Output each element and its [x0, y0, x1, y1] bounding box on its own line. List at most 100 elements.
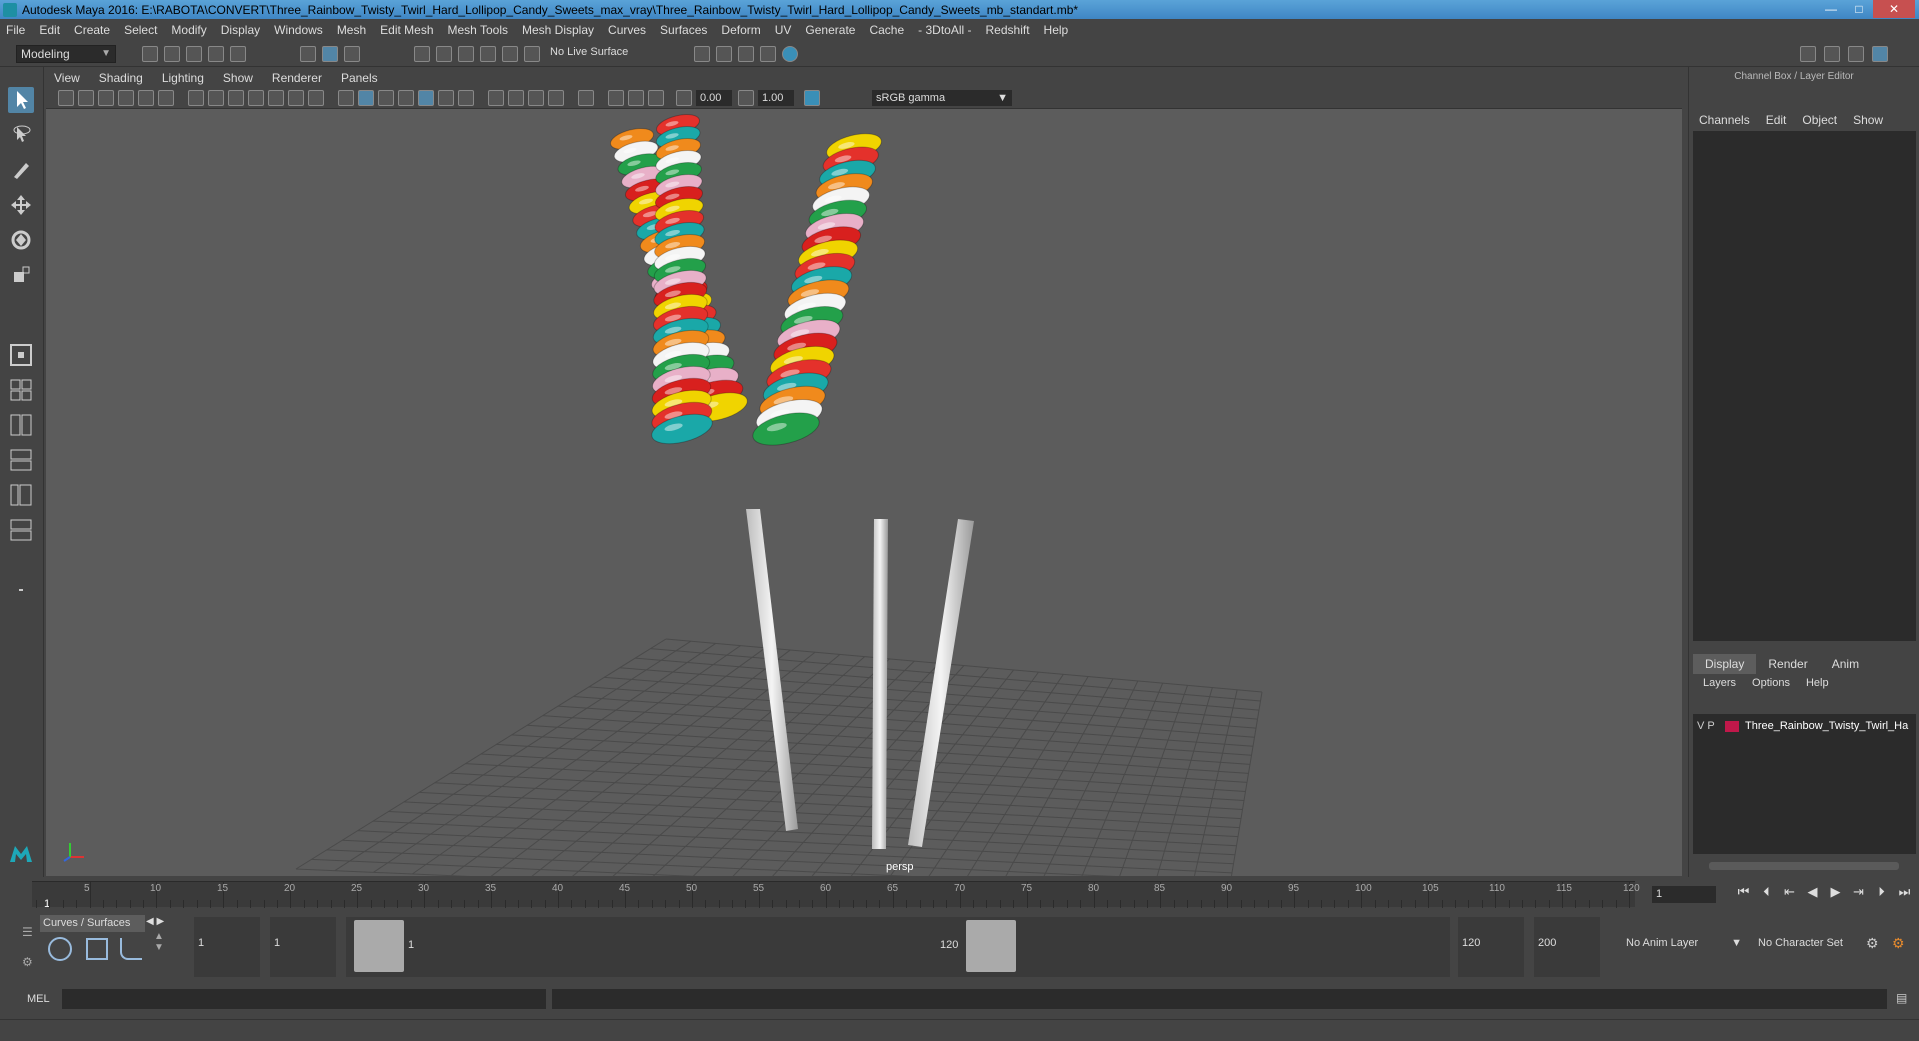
- minimize-button[interactable]: —: [1817, 0, 1845, 18]
- menu-curves[interactable]: Curves: [608, 23, 646, 37]
- shelf-tab-curves-surfaces[interactable]: Curves / Surfaces: [40, 915, 145, 932]
- menu-uv[interactable]: UV: [775, 23, 792, 37]
- character-set-dropdown[interactable]: No Character Set: [1752, 917, 1856, 977]
- render-settings-icon[interactable]: [738, 46, 754, 62]
- use-all-lights-icon[interactable]: [438, 90, 454, 106]
- select-tool-icon[interactable]: [8, 87, 34, 113]
- tab-display[interactable]: Display: [1693, 654, 1757, 674]
- render-icon[interactable]: [694, 46, 710, 62]
- bookmark-icon[interactable]: [98, 90, 114, 106]
- menu-cache[interactable]: Cache: [869, 23, 904, 37]
- menu-3dtoall[interactable]: - 3DtoAll -: [918, 23, 971, 37]
- maximize-button[interactable]: □: [1845, 0, 1873, 18]
- use-default-material-icon[interactable]: [378, 90, 394, 106]
- make-live-icon[interactable]: [524, 46, 540, 62]
- snap-point-icon[interactable]: [458, 46, 474, 62]
- current-frame-field[interactable]: 1: [1652, 886, 1716, 903]
- smooth-shade-icon[interactable]: [358, 90, 374, 106]
- ipr-render-icon[interactable]: [716, 46, 732, 62]
- save-scene-icon[interactable]: [186, 46, 202, 62]
- auto-key-icon[interactable]: ⚙: [1866, 935, 1879, 952]
- resolution-gate-icon[interactable]: [228, 90, 244, 106]
- vp-menu-panels[interactable]: Panels: [341, 71, 378, 85]
- depth-of-field-icon[interactable]: [548, 90, 564, 106]
- open-scene-icon[interactable]: [164, 46, 180, 62]
- vp-menu-renderer[interactable]: Renderer: [272, 71, 322, 85]
- safe-action-icon[interactable]: [288, 90, 304, 106]
- shelf-scroll-icon[interactable]: ▲ ▼: [154, 931, 164, 953]
- rotate-tool-icon[interactable]: [8, 227, 34, 253]
- motion-blur-icon[interactable]: [508, 90, 524, 106]
- layer-row[interactable]: V P Three_Rainbow_Twisty_Twirl_Ha: [1697, 720, 1908, 732]
- channel-box-area[interactable]: [1693, 131, 1916, 641]
- gamma-icon[interactable]: [738, 90, 754, 106]
- vp-menu-shading[interactable]: Shading: [99, 71, 143, 85]
- shelf-tab-arrows-icon[interactable]: ◀ ▶: [146, 916, 164, 927]
- menu-generate[interactable]: Generate: [805, 23, 855, 37]
- scale-tool-icon[interactable]: [8, 262, 34, 288]
- snap-grid-icon[interactable]: [414, 46, 430, 62]
- range-start-handle[interactable]: [354, 920, 404, 972]
- ep-curve-icon[interactable]: [120, 938, 142, 960]
- redo-icon[interactable]: [230, 46, 246, 62]
- four-view-layout-icon[interactable]: [8, 377, 34, 403]
- tool-settings-icon[interactable]: [1848, 46, 1864, 62]
- side-by-side-layout-icon[interactable]: [8, 412, 34, 438]
- select-by-object-icon[interactable]: [322, 46, 338, 62]
- menu-create[interactable]: Create: [74, 23, 110, 37]
- modeling-toolkit-icon[interactable]: [1800, 46, 1816, 62]
- vp-menu-view[interactable]: View: [54, 71, 80, 85]
- film-gate-icon[interactable]: [208, 90, 224, 106]
- command-input[interactable]: [62, 989, 546, 1009]
- go-to-start-icon[interactable]: ⏮: [1732, 884, 1755, 900]
- menu-help[interactable]: Help: [1044, 23, 1069, 37]
- exposure-icon[interactable]: [676, 90, 692, 106]
- anti-aliasing-icon[interactable]: [528, 90, 544, 106]
- cb-menu-object[interactable]: Object: [1802, 113, 1837, 127]
- select-camera-icon[interactable]: [58, 90, 74, 106]
- menu-edit-mesh[interactable]: Edit Mesh: [380, 23, 433, 37]
- play-backward-icon[interactable]: ◀: [1801, 884, 1824, 900]
- menu-edit[interactable]: Edit: [39, 23, 60, 37]
- xray-joints-icon[interactable]: [628, 90, 644, 106]
- textured-icon[interactable]: [418, 90, 434, 106]
- menu-windows[interactable]: Windows: [274, 23, 323, 37]
- cb-menu-show[interactable]: Show: [1853, 113, 1883, 127]
- image-plane-icon[interactable]: [118, 90, 134, 106]
- menu-mesh-display[interactable]: Mesh Display: [522, 23, 594, 37]
- menu-surfaces[interactable]: Surfaces: [660, 23, 707, 37]
- step-back-key-icon[interactable]: ⇤: [1778, 884, 1801, 900]
- close-button[interactable]: ✕: [1873, 0, 1915, 18]
- start-frame-field[interactable]: 1: [194, 917, 260, 977]
- vp-menu-show[interactable]: Show: [223, 71, 253, 85]
- le-menu-options[interactable]: Options: [1752, 677, 1790, 689]
- camera-attributes-icon[interactable]: [78, 90, 94, 106]
- grease-pencil-icon[interactable]: [158, 90, 174, 106]
- paint-select-tool-icon[interactable]: [8, 157, 34, 183]
- single-view-layout-icon[interactable]: [8, 342, 34, 368]
- xray-components-icon[interactable]: [648, 90, 664, 106]
- step-forward-icon[interactable]: ⏵: [1870, 884, 1893, 900]
- vp-menu-lighting[interactable]: Lighting: [162, 71, 204, 85]
- gate-mask-icon[interactable]: [248, 90, 264, 106]
- snap-live-icon[interactable]: [502, 46, 518, 62]
- playback-end-field[interactable]: 120: [1458, 917, 1524, 977]
- layer-scrollbar[interactable]: [1709, 862, 1899, 870]
- mode-dropdown[interactable]: Modeling ▼: [16, 45, 116, 63]
- le-menu-layers[interactable]: Layers: [1703, 677, 1736, 689]
- shelf-menu-icon[interactable]: ☰: [22, 925, 33, 939]
- menu-mesh[interactable]: Mesh: [337, 23, 366, 37]
- script-editor-icon[interactable]: ▤: [1896, 991, 1907, 1005]
- graph-layout-icon[interactable]: [8, 517, 34, 543]
- select-by-component-icon[interactable]: [344, 46, 360, 62]
- isolate-select-icon[interactable]: [578, 90, 594, 106]
- mel-label[interactable]: MEL: [27, 993, 50, 1005]
- menu-display[interactable]: Display: [221, 23, 260, 37]
- select-by-hierarchy-icon[interactable]: [300, 46, 316, 62]
- time-slider[interactable]: 1 5 10 15 20 25 30 35 40 45 50 55 60 65 70 75 80 85 90 95 1…: [20, 877, 1640, 911]
- snap-view-plane-icon[interactable]: [480, 46, 496, 62]
- new-scene-icon[interactable]: [142, 46, 158, 62]
- shadows-icon[interactable]: [458, 90, 474, 106]
- menu-select[interactable]: Select: [124, 23, 157, 37]
- grid-toggle-icon[interactable]: [188, 90, 204, 106]
